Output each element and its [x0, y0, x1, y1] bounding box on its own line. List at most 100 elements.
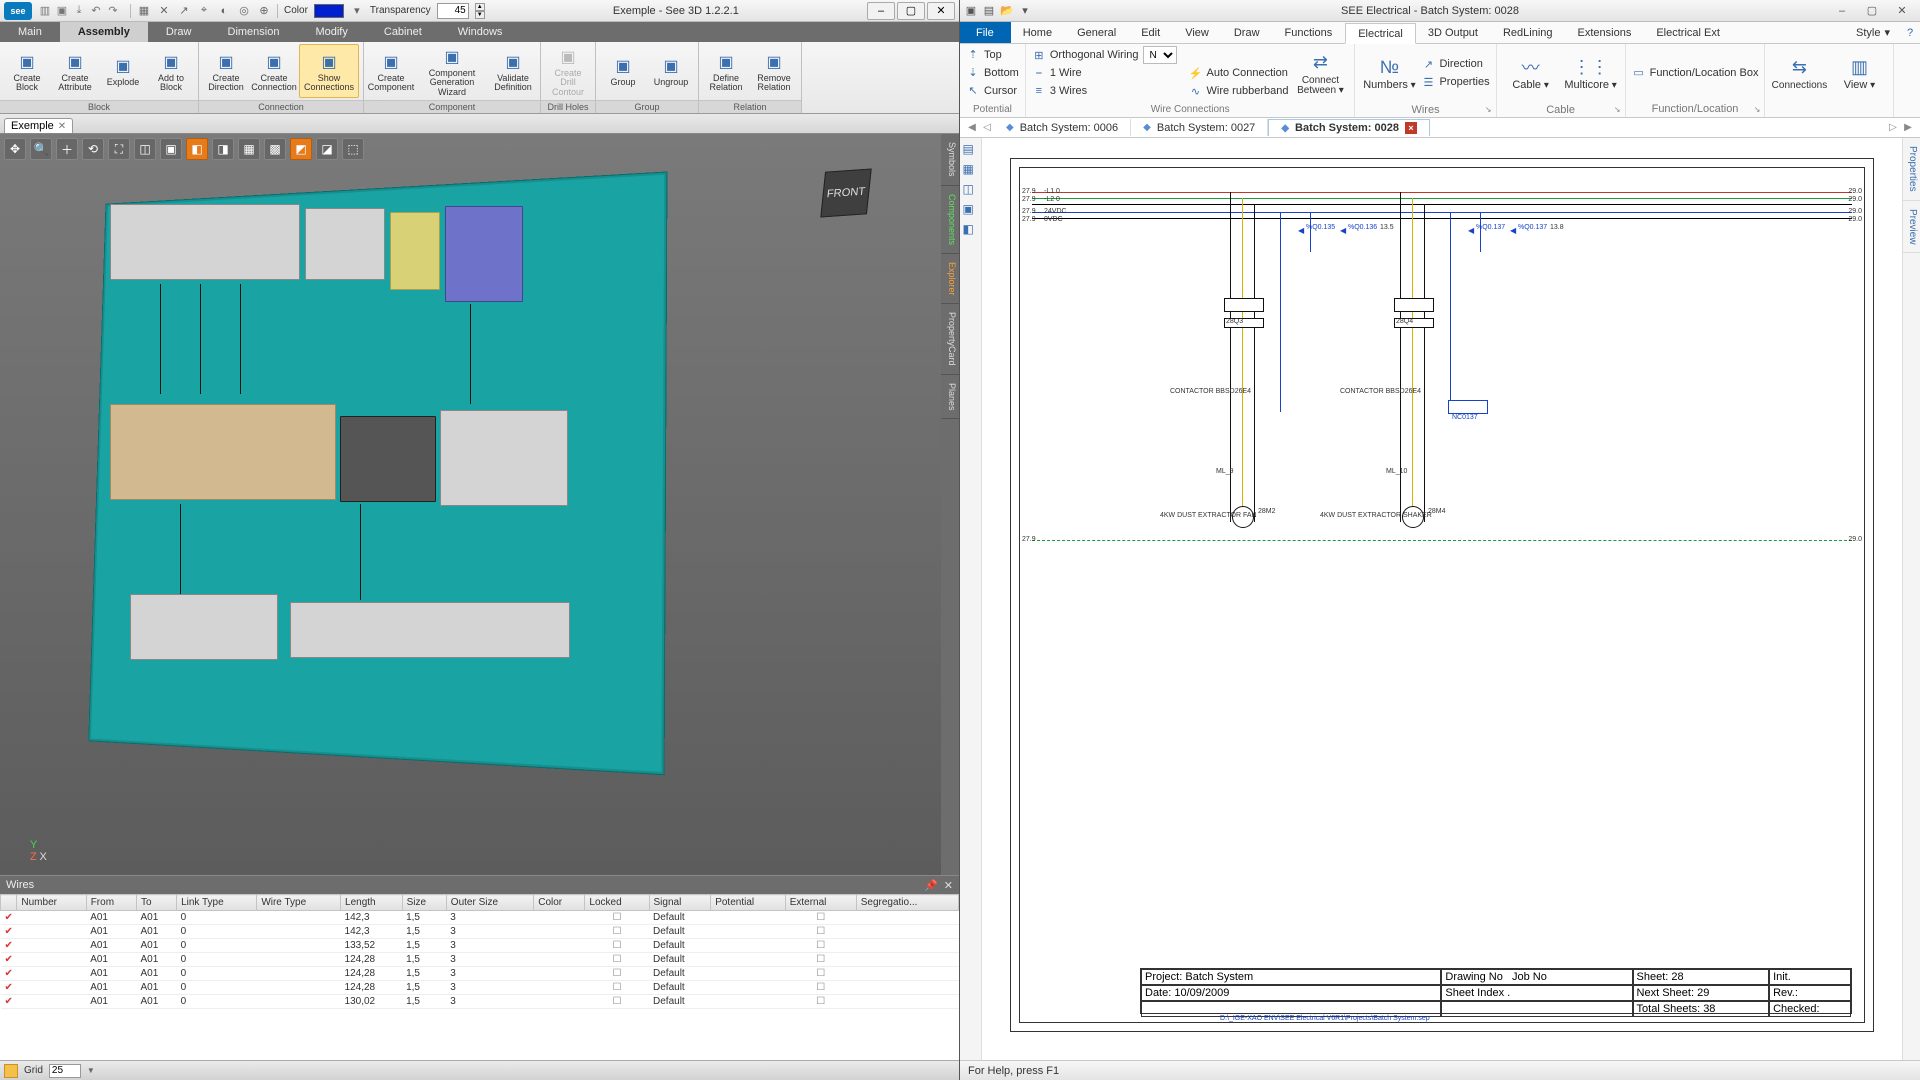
table-row[interactable]: A01A010124,281,53Default — [1, 953, 959, 967]
help-icon[interactable]: ? — [1900, 22, 1920, 43]
tool-e-icon[interactable]: ◧ — [963, 222, 979, 238]
ribbon-create-attribute[interactable]: ▣CreateAttribute — [52, 44, 98, 98]
doc-tab-close-icon[interactable]: ✕ — [58, 121, 66, 132]
ribbon-create-connection[interactable]: ▣CreateConnection — [251, 44, 297, 98]
ribbon-component-generation-wizard[interactable]: ▣ComponentGeneration Wizard — [416, 44, 488, 98]
tool-d-icon[interactable]: ⊕ — [257, 4, 271, 18]
dialog-launcher-icon[interactable]: ↘ — [1754, 105, 1761, 114]
close-button[interactable]: ✕ — [927, 2, 955, 20]
tool-b-icon[interactable]: ◐ — [217, 4, 231, 18]
col-header[interactable]: From — [86, 895, 136, 911]
dialog-launcher-icon[interactable]: ↘ — [1485, 105, 1492, 114]
menu-dimension[interactable]: Dimension — [210, 22, 298, 42]
menu-electrical-ext[interactable]: Electrical Ext — [1644, 22, 1733, 43]
tab-close-icon[interactable]: × — [1405, 122, 1417, 134]
tool-c-icon[interactable]: ◎ — [237, 4, 251, 18]
function-location-box[interactable]: ▭Function/Location Box — [1632, 64, 1759, 81]
side-tab-planes[interactable]: Planes — [941, 375, 959, 420]
side-tab-components[interactable]: Components — [941, 186, 959, 254]
col-header[interactable]: Color — [534, 895, 585, 911]
menu-extensions[interactable]: Extensions — [1566, 22, 1645, 43]
col-header[interactable]: Size — [402, 895, 446, 911]
tool-d-icon[interactable]: ▣ — [963, 202, 979, 218]
preview-tab[interactable]: Preview — [1903, 201, 1920, 254]
table-row[interactable]: A01A010124,281,53Default — [1, 967, 959, 981]
doc-tab[interactable]: ◆Batch System: 0028× — [1268, 119, 1430, 136]
minimize-button[interactable]: – — [867, 2, 895, 20]
vt-h-icon[interactable]: ◪ — [316, 138, 338, 160]
qat-new-icon[interactable]: ▤ — [982, 4, 996, 18]
table-row[interactable]: A01A010142,31,53Default — [1, 925, 959, 939]
grid-dropdown-icon[interactable]: ▼ — [87, 1066, 95, 1075]
vt-pan-icon[interactable]: ✥ — [4, 138, 26, 160]
vt-i-icon[interactable]: ⬚ — [342, 138, 364, 160]
vt-zoomin-icon[interactable]: ＋ — [56, 138, 78, 160]
col-header[interactable]: Signal — [649, 895, 711, 911]
direction-button[interactable]: ↗Direction — [1421, 56, 1489, 73]
menu-home[interactable]: Home — [1011, 22, 1065, 43]
wire-rubberband[interactable]: ∿Wire rubberband — [1189, 83, 1289, 100]
viewcube[interactable]: FRONT — [820, 168, 871, 217]
vt-f-icon[interactable]: ▩ — [264, 138, 286, 160]
menu-modify[interactable]: Modify — [297, 22, 365, 42]
minimize-button[interactable]: – — [1828, 2, 1856, 20]
grid-size-input[interactable] — [49, 1064, 81, 1078]
connections-button[interactable]: ⇆Connections — [1771, 46, 1827, 100]
auto-connection[interactable]: ⚡Auto Connection — [1189, 65, 1289, 82]
col-header[interactable]: External — [785, 895, 856, 911]
col-header[interactable] — [1, 895, 17, 911]
doc-tab[interactable]: Exemple ✕ — [4, 118, 73, 133]
qat-open-icon[interactable]: 📂 — [1000, 4, 1014, 18]
tool-a-icon[interactable]: ▤ — [963, 142, 979, 158]
ribbon-ungroup[interactable]: ▣Ungroup — [648, 44, 694, 98]
potential-top[interactable]: ⇡Top — [966, 46, 1019, 63]
qat-save-icon[interactable]: ⤓ — [72, 4, 86, 18]
maximize-button[interactable]: ▢ — [897, 2, 925, 20]
ribbon-add-to-block[interactable]: ▣Add toBlock — [148, 44, 194, 98]
pin-icon[interactable]: 📌 — [924, 879, 938, 892]
ortho-icon[interactable]: ↗ — [177, 4, 191, 18]
file-menu[interactable]: File — [960, 22, 1011, 43]
schematic-canvas[interactable]: 27.9 27.9 27.9 27.9 -L1 0 -L2 0 24VDC 0V… — [982, 138, 1902, 1060]
vt-e-icon[interactable]: ▦ — [238, 138, 260, 160]
col-header[interactable]: Link Type — [177, 895, 257, 911]
numbers-button[interactable]: №Numbers ▾ — [1361, 46, 1417, 100]
col-header[interactable]: Outer Size — [446, 895, 533, 911]
vt-g-icon[interactable]: ◩ — [290, 138, 312, 160]
wires-close-icon[interactable]: ✕ — [944, 879, 953, 892]
side-tab-propertycard[interactable]: PropertyCard — [941, 304, 959, 375]
tool-a-icon[interactable]: ⌖ — [197, 4, 211, 18]
menu-3d-output[interactable]: 3D Output — [1416, 22, 1491, 43]
qat-redo-icon[interactable]: ↷ — [106, 4, 120, 18]
menu-draw[interactable]: Draw — [1222, 22, 1273, 43]
doc-tab[interactable]: ◆Batch System: 0006 — [994, 119, 1131, 136]
transparency-value[interactable]: 45 — [437, 3, 469, 19]
ow-select[interactable]: N — [1143, 46, 1177, 64]
menu-windows[interactable]: Windows — [440, 22, 521, 42]
table-row[interactable]: A01A010130,021,53Default — [1, 995, 959, 1009]
vt-d-icon[interactable]: ◨ — [212, 138, 234, 160]
vt-b-icon[interactable]: ▣ — [160, 138, 182, 160]
table-row[interactable]: A01A010133,521,53Default — [1, 939, 959, 953]
grid-toggle-icon[interactable]: ▦ — [137, 4, 151, 18]
qat-more-icon[interactable]: ▾ — [1018, 4, 1032, 18]
ribbon-create-block[interactable]: ▣CreateBlock — [4, 44, 50, 98]
col-header[interactable]: Wire Type — [257, 895, 341, 911]
multicore-button[interactable]: ⋮⋮Multicore ▾ — [1563, 46, 1619, 100]
tabs-scroll-right-icon[interactable]: ▶ — [1900, 122, 1916, 133]
color-dropdown-icon[interactable]: ▾ — [350, 4, 364, 18]
vt-c-icon[interactable]: ◧ — [186, 138, 208, 160]
qat-new-icon[interactable]: ▥ — [38, 4, 52, 18]
connect-between-button[interactable]: ⇄Connect Between ▾ — [1292, 46, 1348, 100]
one-wire[interactable]: ⎯1 Wire — [1032, 65, 1177, 82]
qat-open-icon[interactable]: ▣ — [55, 4, 69, 18]
menu-view[interactable]: View — [1173, 22, 1222, 43]
close-button[interactable]: ✕ — [1888, 2, 1916, 20]
menu-functions[interactable]: Functions — [1273, 22, 1346, 43]
ribbon-explode[interactable]: ▣Explode — [100, 44, 146, 98]
menu-redlining[interactable]: RedLining — [1491, 22, 1566, 43]
vt-rotate-icon[interactable]: ⟲ — [82, 138, 104, 160]
side-tab-explorer[interactable]: Explorer — [941, 254, 959, 305]
ribbon-remove-relation[interactable]: ▣RemoveRelation — [751, 44, 797, 98]
three-wires[interactable]: ≡3 Wires — [1032, 83, 1177, 100]
